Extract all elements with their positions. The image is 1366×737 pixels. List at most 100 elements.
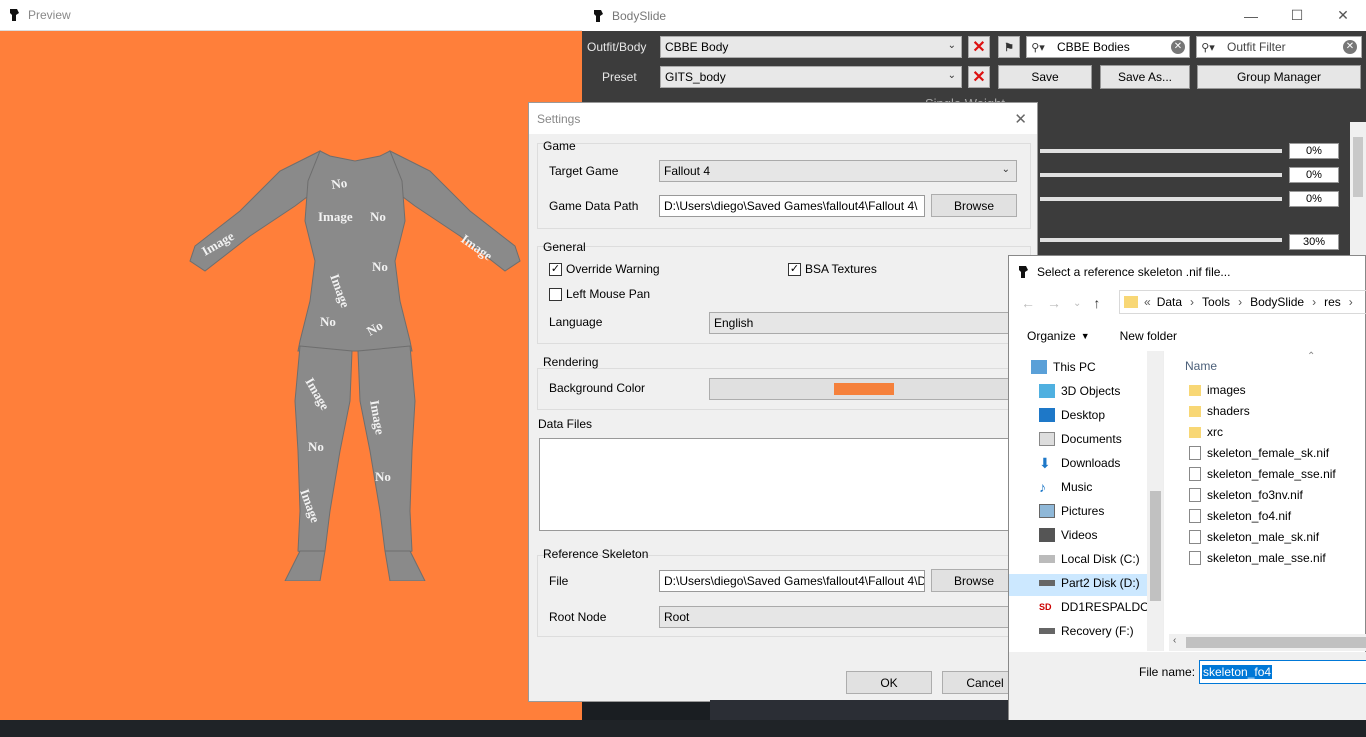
browse-skeleton-button[interactable]: Browse	[931, 569, 1017, 592]
tree-item[interactable]: Desktop	[1039, 404, 1105, 426]
file-list-item[interactable]: images	[1189, 380, 1246, 400]
slider-value[interactable]: 0%	[1289, 143, 1339, 159]
background-color-picker[interactable]	[709, 378, 1019, 400]
outfit-filter-input[interactable]: ⚲▾ Outfit Filter ✕	[1196, 36, 1362, 58]
preset-combo[interactable]: GITS_body ⌄	[660, 66, 962, 88]
clear-icon[interactable]: ✕	[1343, 40, 1357, 54]
outfit-label: Outfit/Body	[587, 40, 647, 54]
file-list-item[interactable]: skeleton_female_sk.nif	[1189, 443, 1329, 463]
tree-item[interactable]: This PC	[1031, 356, 1096, 378]
up-arrow-icon[interactable]: ↑	[1093, 295, 1100, 311]
file-name: skeleton_fo3nv.nif	[1207, 488, 1303, 502]
documents-icon	[1039, 432, 1055, 446]
delete-outfit-button[interactable]: ✕	[968, 36, 990, 58]
slider-track[interactable]	[1040, 238, 1282, 242]
group-manager-button[interactable]: Group Manager	[1197, 65, 1361, 89]
scroll-thumb[interactable]	[1150, 491, 1161, 601]
tree-item[interactable]: ⬇ Downloads	[1039, 452, 1120, 474]
language-dropdown[interactable]: English	[709, 312, 1019, 334]
game-data-path-input[interactable]: D:\Users\diego\Saved Games\fallout4\Fall…	[659, 195, 925, 217]
tree-item[interactable]: Documents	[1039, 428, 1122, 450]
override-warning-label: Override Warning	[566, 262, 660, 276]
slider-value[interactable]: 30%	[1289, 234, 1339, 250]
target-game-label: Target Game	[549, 164, 619, 178]
file-name-input-value: skeleton_fo4	[1202, 665, 1273, 679]
override-warning-checkbox[interactable]: ✓ Override Warning	[549, 262, 660, 276]
tree-item[interactable]: Local Disk (C:)	[1039, 548, 1140, 570]
file-list-item[interactable]: skeleton_female_sse.nif	[1189, 464, 1336, 484]
tree-item-label: Documents	[1061, 432, 1122, 446]
group-filter-input[interactable]: ⚲▾ CBBE Bodies ✕	[1026, 36, 1190, 58]
file-list-item[interactable]: skeleton_male_sk.nif	[1189, 527, 1319, 547]
breadcrumb-item[interactable]: res	[1324, 295, 1341, 309]
overflow-chevron-icon[interactable]: «	[1144, 295, 1151, 309]
close-icon[interactable]: ✕	[1014, 110, 1027, 128]
breadcrumb-item[interactable]: BodySlide	[1250, 295, 1304, 309]
file-list-item[interactable]: skeleton_fo3nv.nif	[1189, 485, 1303, 505]
scroll-left-icon[interactable]: ‹	[1173, 635, 1176, 646]
recent-chevron-icon[interactable]: ⌄	[1073, 298, 1081, 309]
tree-item[interactable]: 3D Objects	[1039, 380, 1120, 402]
address-bar[interactable]: « Data › Tools › BodySlide › res ›	[1119, 290, 1366, 314]
root-node-dropdown[interactable]: Root	[659, 606, 1019, 628]
target-game-dropdown[interactable]: Fallout 4 ⌄	[659, 160, 1017, 182]
file-name-input[interactable]: skeleton_fo4	[1199, 660, 1366, 684]
tree-item[interactable]: Recovery (F:)	[1039, 620, 1134, 642]
navigation-scrollbar[interactable]	[1147, 351, 1163, 651]
ok-button[interactable]: OK	[846, 671, 932, 694]
svg-text:No: No	[370, 209, 386, 224]
forward-arrow-icon[interactable]: →	[1047, 295, 1061, 311]
file-list-item[interactable]: skeleton_fo4.nif	[1189, 506, 1291, 526]
file-list-item[interactable]: shaders	[1189, 401, 1250, 421]
breadcrumb-item[interactable]: Data	[1157, 295, 1182, 309]
browse-data-path-button[interactable]: Browse	[931, 194, 1017, 217]
file-list-hscrollbar[interactable]: ‹	[1169, 634, 1366, 651]
checkbox-check-icon[interactable]: ✓	[788, 262, 801, 276]
tree-item[interactable]: Pictures	[1039, 500, 1104, 522]
file-list-item[interactable]: xrc	[1189, 422, 1223, 442]
preview-3d-viewport[interactable]: No Image No Image No No No Image Image N…	[0, 31, 582, 720]
delete-preset-button[interactable]: ✕	[968, 66, 990, 88]
file-list-item[interactable]: skeleton_male_sse.nif	[1189, 548, 1326, 568]
tree-item[interactable]: SD DD1RESPALDO (	[1039, 596, 1157, 618]
slider-track[interactable]	[1040, 173, 1282, 177]
tree-item[interactable]: Videos	[1039, 524, 1097, 546]
name-column-header[interactable]: Name	[1185, 359, 1217, 373]
clear-icon[interactable]: ✕	[1171, 40, 1185, 54]
slider-track[interactable]	[1040, 149, 1282, 153]
tree-item[interactable]: Part2 Disk (D:)	[1039, 572, 1140, 594]
checkbox-check-icon[interactable]: ✓	[549, 262, 562, 276]
scroll-thumb[interactable]	[1186, 637, 1366, 648]
breadcrumb-separator-icon: ›	[1312, 295, 1317, 309]
file-name: skeleton_female_sk.nif	[1207, 446, 1330, 460]
data-files-list[interactable]	[539, 438, 1019, 531]
save-button[interactable]: Save	[998, 65, 1092, 89]
sliders-scrollbar[interactable]	[1350, 122, 1366, 262]
tree-item-label: DD1RESPALDO (	[1061, 600, 1157, 614]
skeleton-file-input[interactable]: D:\Users\diego\Saved Games\fallout4\Fall…	[659, 570, 925, 592]
minimize-button[interactable]: —	[1228, 0, 1274, 31]
slider-value[interactable]: 0%	[1289, 167, 1339, 183]
file-name: skeleton_male_sse.nif	[1207, 551, 1326, 565]
back-arrow-icon[interactable]: ←	[1021, 295, 1035, 311]
file-name: skeleton_male_sk.nif	[1207, 530, 1320, 544]
bsa-textures-checkbox[interactable]: ✓ BSA Textures	[788, 262, 877, 276]
close-button[interactable]: ✕	[1320, 0, 1366, 31]
organize-button[interactable]: Organize	[1027, 329, 1076, 343]
drive-icon	[1039, 555, 1055, 563]
new-folder-button[interactable]: New folder	[1120, 329, 1177, 343]
group-filter-toggle-icon[interactable]: ⚑	[998, 36, 1020, 58]
slider-track[interactable]	[1040, 197, 1282, 201]
checkbox-empty[interactable]	[549, 287, 562, 301]
breadcrumb-item[interactable]: Tools	[1202, 295, 1230, 309]
bsa-textures-label: BSA Textures	[805, 262, 877, 276]
left-mouse-pan-checkbox[interactable]: Left Mouse Pan	[549, 287, 650, 301]
cube-icon	[1039, 384, 1055, 398]
maximize-button[interactable]: ☐	[1274, 0, 1320, 31]
tree-item[interactable]: ♪ Music	[1039, 476, 1092, 498]
save-as-button[interactable]: Save As...	[1100, 65, 1190, 89]
outfit-combo[interactable]: CBBE Body ⌄	[660, 36, 962, 58]
slider-value[interactable]: 0%	[1289, 191, 1339, 207]
preset-value: GITS_body	[665, 70, 726, 84]
scroll-thumb[interactable]	[1353, 137, 1363, 197]
